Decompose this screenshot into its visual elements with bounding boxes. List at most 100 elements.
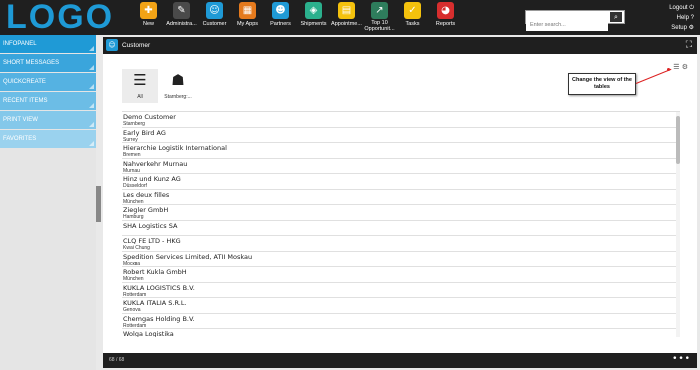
nav-item-reports[interactable]: ◕ Reports xyxy=(429,2,462,32)
sidebar-collapse-handle[interactable] xyxy=(96,186,101,222)
list-view-icon[interactable]: ☰ xyxy=(673,63,679,71)
fullscreen-icon[interactable]: ⛶ xyxy=(686,40,692,50)
customer-city: Murnau xyxy=(123,167,140,174)
nav-label: Reports xyxy=(435,21,456,27)
customer-name: CLQ FE LTD - HKG xyxy=(123,237,181,245)
customer-icon: ☺ xyxy=(106,39,118,51)
panel-header: ☺ Customer ⛶ xyxy=(103,37,697,54)
callout-arrow-head xyxy=(667,68,670,71)
sidebar-item-recent-items[interactable]: RECENT ITEMS xyxy=(0,92,96,110)
nav-item-chart[interactable]: ↗ Top 10 Opportunit... xyxy=(363,2,396,32)
nav-label: My Apps xyxy=(236,21,259,27)
table-row[interactable]: Ziegler GmbH Hamburg xyxy=(122,205,680,221)
customer-city: Surrey xyxy=(123,136,138,143)
nav-label: Customer xyxy=(202,21,227,27)
table-row[interactable]: Hinz und Kunz AG Düsseldorf xyxy=(122,174,680,190)
setup-link[interactable]: Setup ⚙ xyxy=(669,23,694,33)
customer-name: Spedition Services Limited, ATII Moskau xyxy=(123,252,253,261)
resize-corner-icon xyxy=(89,65,94,70)
view-selector: ☰ All ☗ Starnberg:... xyxy=(122,69,198,103)
nav-item-new[interactable]: ✚ New xyxy=(132,2,165,32)
wrench-icon: ✎ xyxy=(173,2,190,19)
nav-item-wrench[interactable]: ✎ Administra... xyxy=(165,2,198,32)
nav-label: Appointme... xyxy=(331,21,362,27)
table-row[interactable]: Demo Customer Starnberg xyxy=(122,112,680,128)
customer-city: Genova xyxy=(123,307,141,313)
table-view-controls: ☰ ⚙ xyxy=(673,63,688,71)
customer-name: Wolga Logistika xyxy=(123,330,174,337)
customer-name: Demo Customer xyxy=(123,113,176,121)
customer-city: Starnberg xyxy=(123,121,145,127)
list-scrollbar[interactable] xyxy=(676,112,680,337)
table-row[interactable]: Nahverkehr Murnau Murnau xyxy=(122,159,680,174)
top-links: Logout ⏻ Help ? Setup ⚙ xyxy=(669,3,694,33)
table-row[interactable]: SHA Logistics SA xyxy=(122,221,680,236)
sidebar-item-infopanel[interactable]: INFOPANEL xyxy=(0,35,96,53)
sidebar-item-quickcreate[interactable]: QUICKCREATE xyxy=(0,73,96,91)
reports-icon: ◕ xyxy=(437,2,454,19)
help-link[interactable]: Help ? xyxy=(669,13,694,23)
table-row[interactable]: CLQ FE LTD - HKG Kwai Chung xyxy=(122,236,680,252)
customer-icon: ☺ xyxy=(206,2,223,19)
table-row[interactable]: Spedition Services Limited, ATII Moskau M… xyxy=(122,252,680,267)
nav-item-customer[interactable]: ☺ Customer xyxy=(198,2,231,32)
resize-corner-icon xyxy=(89,46,94,51)
customer-city: Bremen xyxy=(123,152,141,158)
resize-corner-icon xyxy=(89,141,94,146)
logout-link[interactable]: Logout ⏻ xyxy=(669,3,694,13)
table-row[interactable]: KUKLA LOGISTICS B.V. Rotterdam xyxy=(122,283,680,298)
table-row[interactable]: KUKLA ITALIA S.R.L. Genova xyxy=(122,298,680,314)
sidebar-item-short-messages[interactable]: SHORT MESSAGES xyxy=(0,54,96,72)
hamburger-icon: ☰ xyxy=(133,71,147,89)
table-row[interactable]: Robert Kukla GmbH München xyxy=(122,267,680,283)
customer-panel: ☺ Customer ⛶ ☰ All ☗ Starnberg:... ☰ ⚙ C… xyxy=(103,37,697,368)
scrollbar-thumb[interactable] xyxy=(676,116,680,164)
table-row[interactable]: Les deux filles München xyxy=(122,190,680,205)
more-options-icon[interactable]: ••• xyxy=(672,353,691,366)
sidebar-item-print-view[interactable]: PRINT VIEW xyxy=(0,111,96,129)
logo[interactable]: LOGO xyxy=(6,0,114,35)
customer-city: Kwai Chung xyxy=(123,245,150,251)
nav-item-shipments[interactable]: ◈ Shipments xyxy=(297,2,330,32)
gear-icon: ⚙ xyxy=(688,25,694,31)
nav-item-partners[interactable]: ☻ Partners xyxy=(264,2,297,32)
apps-icon: ▦ xyxy=(239,2,256,19)
search-icon[interactable]: ⌕ xyxy=(610,12,622,22)
view-starnberg[interactable]: ☗ Starnberg:... xyxy=(160,69,196,103)
main-nav: ✚ New ✎ Administra... ☺ Customer ▦ My Apps ☻ Part… xyxy=(132,2,462,32)
customer-city: Moсква xyxy=(123,260,141,267)
power-icon: ⏻ xyxy=(689,5,694,11)
record-count: 68 / 68 xyxy=(109,357,125,363)
view-all[interactable]: ☰ All xyxy=(122,69,158,103)
top-bar: LOGO ✚ New ✎ Administra... ☺ Customer ▦ My Apps… xyxy=(0,0,700,35)
nav-label: Administra... xyxy=(166,21,197,27)
table-row[interactable]: Chemgas Holding B.V. Rotterdam xyxy=(122,314,680,329)
calendar-icon: ▤ xyxy=(338,2,355,19)
resize-corner-icon xyxy=(89,103,94,108)
table-row[interactable]: Wolga LogistikaMoskau xyxy=(122,329,680,337)
nav-item-calendar[interactable]: ▤ Appointme... xyxy=(330,2,363,32)
nav-label: Shipments xyxy=(300,21,327,27)
customer-city: Düsseldorf xyxy=(123,183,147,189)
nav-item-apps[interactable]: ▦ My Apps xyxy=(231,2,264,32)
nav-label: Partners xyxy=(270,21,291,27)
help-icon: ? xyxy=(690,15,694,21)
new-icon: ✚ xyxy=(140,2,157,19)
nav-item-tasks[interactable]: ✓ Tasks xyxy=(396,2,429,32)
customer-name: Les deux filles xyxy=(123,190,170,199)
table-row[interactable]: Hierarchie Logistik International Bremen xyxy=(122,143,680,159)
resize-corner-icon xyxy=(89,84,94,89)
customer-name: Early Bird AG xyxy=(123,128,166,137)
settings-icon[interactable]: ⚙ xyxy=(682,63,688,71)
chart-icon: ↗ xyxy=(371,2,388,19)
search-box: ⌕ xyxy=(525,10,625,31)
sidebar-item-favorites[interactable]: FAVORITES xyxy=(0,130,96,148)
customer-name: KUKLA LOGISTICS B.V. xyxy=(123,283,195,292)
group-icon: ☗ xyxy=(171,71,185,89)
customer-city: Rotterdam xyxy=(123,291,147,298)
sidebar: INFOPANEL SHORT MESSAGES QUICKCREATE REC… xyxy=(0,35,96,370)
search-input[interactable] xyxy=(526,19,608,31)
resize-corner-icon xyxy=(89,122,94,127)
table-row[interactable]: Early Bird AG Surrey xyxy=(122,128,680,143)
nav-label: Top 10 Opportunit... xyxy=(364,20,395,32)
